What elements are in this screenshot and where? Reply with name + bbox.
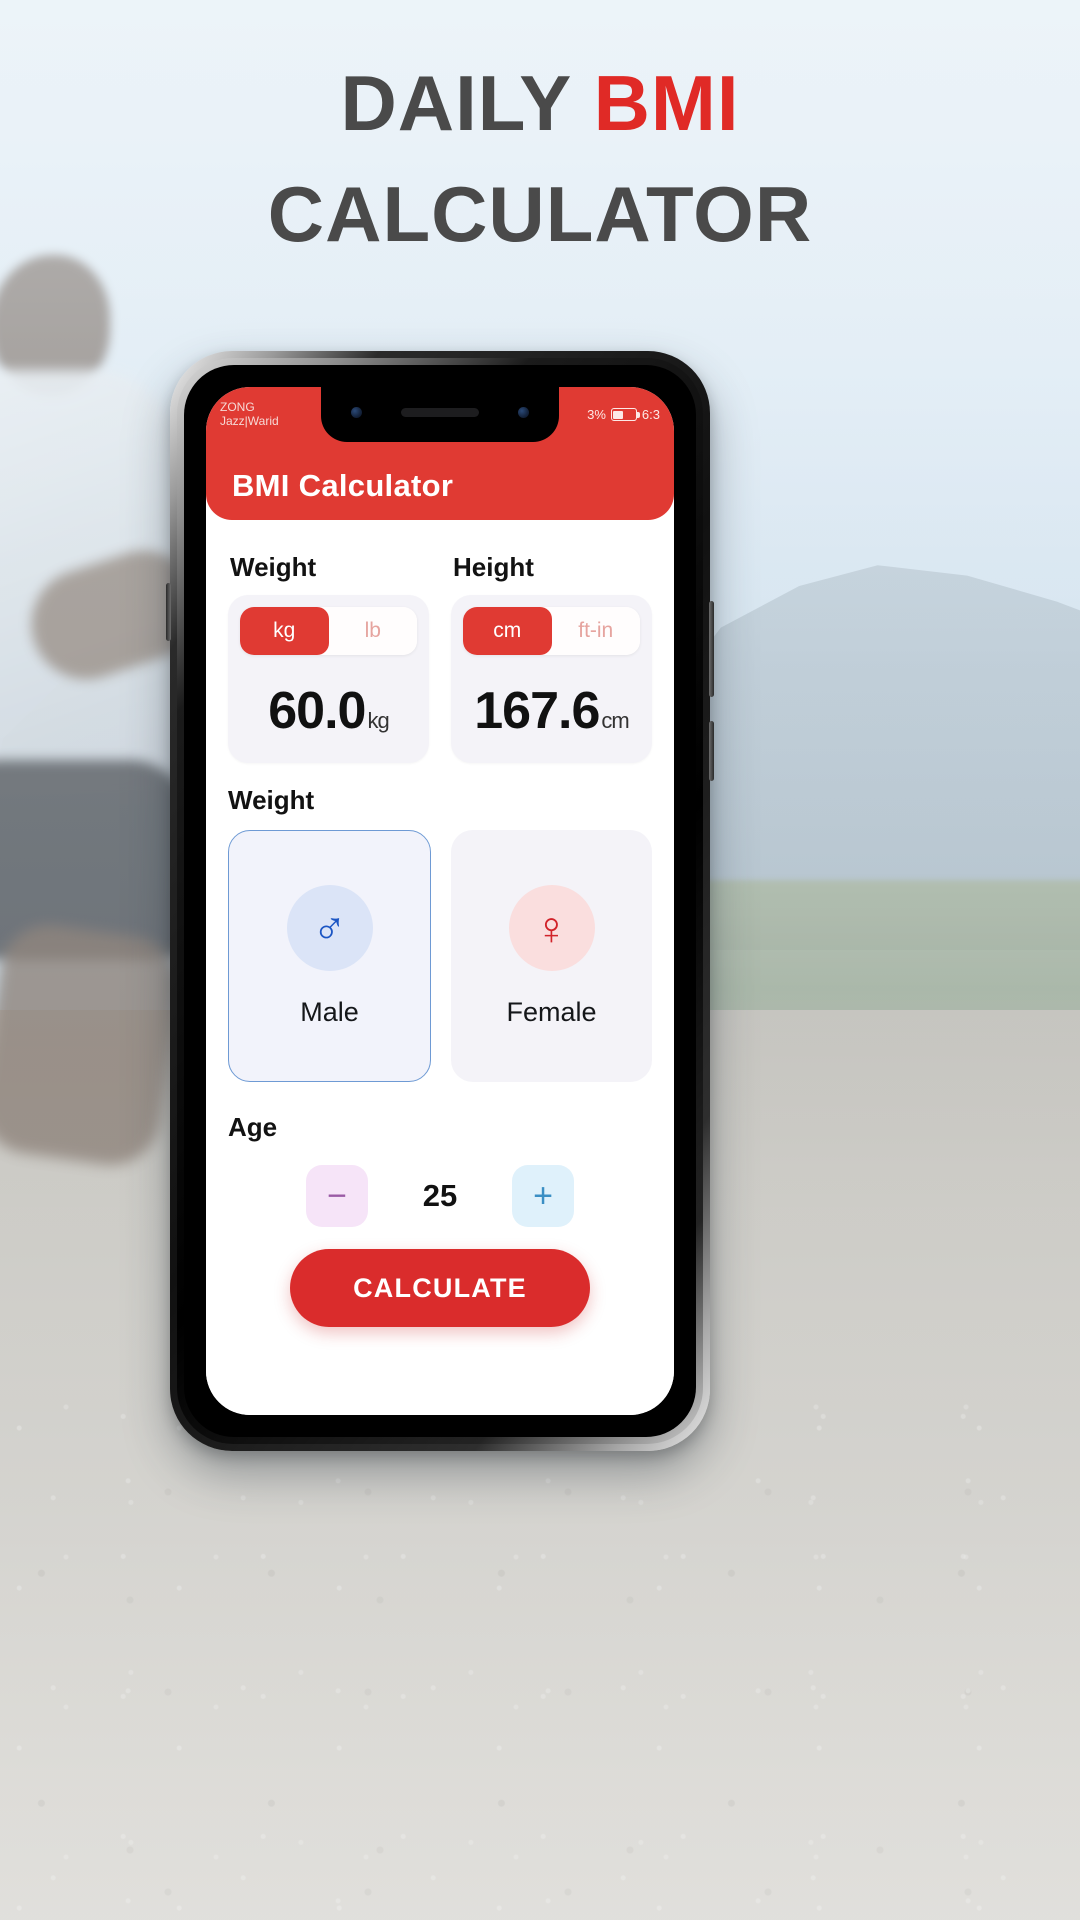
page-title: DAILY BMI CALCULATOR [0, 48, 1080, 270]
height-unit-cm-button[interactable]: cm [463, 607, 552, 655]
front-camera-icon [351, 407, 362, 418]
height-label: Height [453, 552, 534, 582]
gender-option-female[interactable]: ♀ Female [451, 830, 652, 1082]
gender-option-male[interactable]: ♂ Male [228, 830, 431, 1082]
earpiece-speaker [401, 408, 479, 417]
male-symbol-icon: ♂ [286, 884, 373, 971]
phone-mockup: ZONG Jazz|Warid 3% 6:3 BMI Calculator We… [166, 351, 714, 1451]
age-label: Age [228, 1112, 278, 1142]
gender-male-label: Male [300, 996, 359, 1027]
height-value[interactable]: 167.6cm [463, 681, 640, 741]
headline-line-2: CALCULATOR [267, 169, 813, 258]
weight-value[interactable]: 60.0kg [240, 681, 417, 741]
height-value-unit: cm [601, 708, 629, 733]
phone-notch [321, 387, 559, 442]
carrier-line-2: Jazz|Warid [220, 413, 279, 428]
carrier-label: ZONG Jazz|Warid [220, 399, 279, 429]
gender-selector: ♂ Male ♀ Female [228, 830, 652, 1082]
phone-mute-switch[interactable] [166, 583, 171, 641]
carrier-line-1: ZONG [220, 399, 255, 414]
height-unit-toggle[interactable]: cm ft-in [463, 607, 640, 655]
weight-unit-kg-button[interactable]: kg [240, 607, 329, 655]
weight-value-unit: kg [367, 708, 389, 733]
phone-screen: ZONG Jazz|Warid 3% 6:3 BMI Calculator We… [206, 387, 674, 1415]
height-unit-ftin-button[interactable]: ft-in [551, 607, 640, 655]
phone-bezel: ZONG Jazz|Warid 3% 6:3 BMI Calculator We… [184, 365, 696, 1437]
app-header-bar: ZONG Jazz|Warid 3% 6:3 BMI Calculator [206, 387, 674, 520]
weight-unit-lb-button[interactable]: lb [328, 607, 417, 655]
battery-icon [610, 408, 640, 421]
age-stepper: − 25 + [228, 1165, 652, 1227]
phone-volume-buttons[interactable] [709, 601, 714, 697]
phone-power-button[interactable] [709, 721, 714, 781]
weight-unit-toggle[interactable]: kg lb [240, 607, 417, 655]
weight-label: Weight [230, 552, 317, 582]
weight-column: Weight kg lb 60.0kg [228, 540, 429, 763]
app-title: BMI Calculator [232, 468, 454, 503]
headline-line-1: DAILY BMI [0, 48, 1080, 159]
headline-accent-text: BMI [593, 59, 740, 147]
height-card: cm ft-in 167.6cm [451, 595, 652, 763]
headline-plain-text: DAILY [340, 59, 594, 147]
measurements-row: Weight kg lb 60.0kg Height cm ft-in 167.… [228, 540, 652, 763]
height-column: Height cm ft-in 167.6cm [451, 540, 652, 763]
age-value: 25 [422, 1178, 458, 1213]
age-increment-button[interactable]: + [512, 1165, 574, 1227]
calculate-button[interactable]: CALCULATE [290, 1249, 590, 1327]
age-decrement-button[interactable]: − [306, 1165, 368, 1227]
app-content: Weight kg lb 60.0kg Height cm ft-in 167.… [206, 520, 674, 1415]
weight-card: kg lb 60.0kg [228, 595, 429, 763]
female-symbol-icon: ♀ [508, 884, 595, 971]
gender-section-label: Weight [228, 785, 315, 815]
weight-value-number: 60.0 [268, 682, 366, 740]
height-value-number: 167.6 [474, 682, 600, 740]
face-sensor-icon [518, 407, 529, 418]
battery-percent-label: 3% [587, 407, 606, 422]
status-bar-right: 3% 6:3 [587, 407, 660, 422]
gender-female-label: Female [506, 996, 597, 1027]
clock-label: 6:3 [641, 407, 660, 422]
